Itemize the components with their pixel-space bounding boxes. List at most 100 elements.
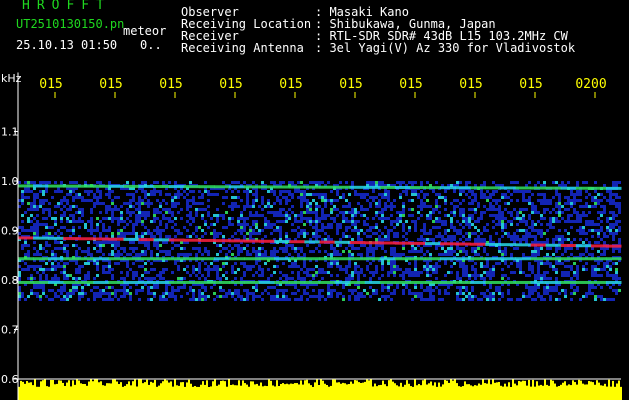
signal-line-1 (213, 185, 230, 189)
antenna-value: : 3el Yagi(V) Az 330 for Vladivostok (315, 41, 576, 55)
signal-line-1 (319, 185, 336, 189)
signal-line-1 (289, 185, 305, 189)
signal-line-2 (515, 257, 532, 261)
signal-line-1 (425, 186, 441, 190)
y-tick-label-4: 0.7 (1, 324, 19, 337)
y-tick-label-0: 1.1 (1, 126, 19, 139)
signal-line-3 (575, 280, 592, 284)
signal-line-2 (560, 257, 577, 261)
signal-line-0 (108, 237, 125, 241)
signal-line-3 (485, 280, 501, 284)
signal-line-1 (590, 186, 607, 190)
x-tick-label-4: 015 (279, 77, 302, 92)
signal-line-1 (123, 184, 140, 188)
signal-line-2 (590, 257, 607, 261)
signal-line-3 (379, 280, 396, 284)
signal-line-3 (590, 280, 607, 284)
signal-line-1 (168, 185, 185, 189)
signal-line-1 (364, 185, 381, 189)
signal-line-1 (455, 186, 471, 190)
signal-line-3 (78, 280, 94, 284)
signal-line-2 (259, 257, 275, 261)
signal-line-1 (560, 186, 577, 190)
signal-line-2 (198, 257, 215, 261)
signal-line-0 (198, 238, 215, 242)
spectrogram-chart: kHz 1.1 1.0 0.9 0.8 0.7 0.6 015 015 015 015 015 015 0… (0, 72, 629, 400)
signal-line-2 (213, 257, 230, 261)
signal-line-0 (183, 238, 200, 242)
x-tick-label-1: 015 (99, 77, 122, 92)
signal-line-2 (394, 257, 411, 261)
x-tick-label-5: 015 (339, 77, 362, 92)
signal-line-1 (63, 184, 79, 188)
signal-line-3 (259, 280, 275, 284)
signal-line-3 (33, 280, 49, 284)
signal-line-3 (63, 280, 79, 284)
signal-line-1 (153, 185, 170, 189)
signal-line-3 (319, 280, 336, 284)
signal-line-3 (213, 280, 230, 284)
signal-line-1 (138, 184, 155, 188)
signal-line-2 (364, 257, 381, 261)
signal-line-0 (485, 242, 501, 246)
signal-line-1 (394, 185, 411, 189)
y-axis-label: kHz (1, 72, 22, 85)
signal-line-2 (440, 257, 456, 261)
signal-line-3 (48, 280, 64, 284)
signal-line-1 (485, 186, 501, 190)
signal-line-0 (78, 237, 94, 241)
signal-line-3 (334, 280, 351, 284)
signal-line-2 (108, 257, 125, 261)
signal-line-3 (364, 280, 381, 284)
signal-line-3 (530, 280, 547, 284)
signal-line-1 (409, 186, 426, 190)
signal-line-1 (198, 185, 215, 189)
signal-line-2 (545, 257, 562, 261)
signal-line-2 (153, 257, 170, 261)
signal-line-2 (138, 257, 155, 261)
signal-line-3 (274, 280, 290, 284)
signal-line-1 (575, 186, 592, 190)
signal-line-0 (530, 243, 547, 247)
signal-line-0 (470, 242, 486, 246)
signal-line-0 (500, 243, 516, 247)
signal-line-0 (455, 242, 471, 246)
signal-line-3 (18, 280, 34, 284)
signal-line-3 (425, 280, 441, 284)
signal-line-3 (183, 280, 200, 284)
signal-line-1 (440, 186, 456, 190)
signal-line-2 (18, 257, 34, 261)
signal-line-0 (123, 237, 140, 241)
signal-line-1 (48, 184, 64, 188)
signal-line-0 (18, 236, 34, 240)
signal-line-2 (229, 257, 245, 261)
signal-line-3 (455, 280, 471, 284)
signal-line-3 (153, 280, 170, 284)
signal-line-0 (364, 241, 381, 245)
signal-line-2 (78, 257, 94, 261)
signal-line-3 (289, 280, 305, 284)
signal-line-3 (409, 280, 426, 284)
x-tick-label-2: 015 (159, 77, 182, 92)
signal-line-0 (213, 239, 230, 243)
signal-line-3 (470, 280, 486, 284)
signal-line-3 (394, 280, 411, 284)
signal-line-2 (500, 257, 516, 261)
brand-title: HROFFT (22, 0, 111, 13)
signal-line-2 (93, 257, 109, 261)
y-tick-label-1: 1.0 (1, 175, 19, 188)
spectrogram-heatmap (18, 181, 622, 400)
count-label: 0.. (140, 38, 162, 52)
signal-line-2 (605, 257, 622, 261)
signal-line-3 (138, 280, 155, 284)
signal-line-0 (168, 238, 185, 242)
signal-line-1 (183, 185, 200, 189)
signal-line-0 (274, 240, 290, 244)
signal-line-0 (440, 242, 456, 246)
signal-line-0 (63, 237, 79, 241)
signal-line-0 (334, 240, 351, 244)
signal-line-2 (379, 257, 396, 261)
signal-line-0 (590, 244, 607, 248)
x-tick-label-7: 015 (459, 77, 482, 92)
signal-line-1 (515, 186, 532, 190)
